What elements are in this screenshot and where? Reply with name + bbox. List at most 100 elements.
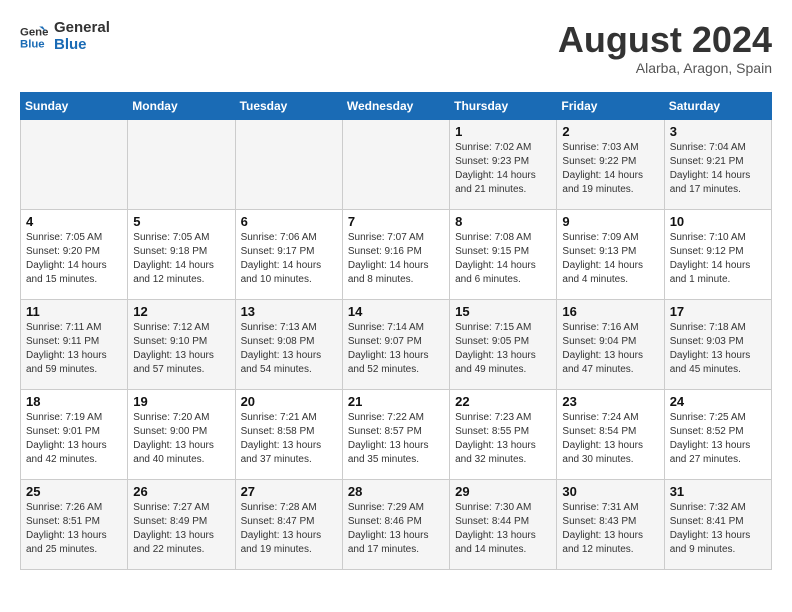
calendar-cell: 7Sunrise: 7:07 AM Sunset: 9:16 PM Daylig… — [342, 209, 449, 299]
calendar-cell — [21, 119, 128, 209]
calendar-cell: 1Sunrise: 7:02 AM Sunset: 9:23 PM Daylig… — [450, 119, 557, 209]
location-subtitle: Alarba, Aragon, Spain — [558, 60, 772, 76]
svg-text:General: General — [20, 26, 48, 38]
month-year-title: August 2024 — [558, 20, 772, 60]
calendar-cell: 17 Sunrise: 7:18 AM Sunset: 9:03 PM Dayli… — [664, 299, 771, 389]
day-info: Sunrise: 7:14 AM Sunset: 9:07 PM Dayligh… — [348, 321, 444, 377]
logo-text-line2: Blue — [54, 37, 110, 54]
day-info: Sunrise: 7:31 AM Sunset: 8:43 PM Dayligh… — [562, 501, 658, 557]
calendar-cell: 3 Sunrise: 7:04 AM Sunset: 9:21 PM Daylig… — [664, 119, 771, 209]
calendar-table: SundayMondayTuesdayWednesdayThursdayFrid… — [20, 92, 772, 570]
calendar-week-row: 18 Sunrise: 7:19 AM Sunset: 9:01 PM Dayli… — [21, 389, 772, 479]
day-info: Sunrise: 7:12 AM Sunset: 9:10 PM Dayligh… — [133, 321, 229, 377]
calendar-cell: 4 Sunrise: 7:05 AM Sunset: 9:20 PM Daylig… — [21, 209, 128, 299]
calendar-cell: 12 Sunrise: 7:12 AM Sunset: 9:10 PM Dayli… — [128, 299, 235, 389]
day-number: 24 — [670, 394, 766, 409]
day-number: 12 — [133, 304, 229, 319]
day-number: 27 — [241, 484, 337, 499]
calendar-cell: 26 Sunrise: 7:27 AM Sunset: 8:49 PM Dayli… — [128, 479, 235, 569]
calendar-cell: 8 Sunrise: 7:08 AM Sunset: 9:15 PM Daylig… — [450, 209, 557, 299]
calendar-week-row: 4 Sunrise: 7:05 AM Sunset: 9:20 PM Daylig… — [21, 209, 772, 299]
day-info: Sunrise: 7:04 AM Sunset: 9:21 PM Dayligh… — [670, 141, 766, 197]
day-number: 21 — [348, 394, 444, 409]
day-info: Sunrise: 7:21 AM Sunset: 8:58 PM Dayligh… — [241, 411, 337, 467]
calendar-header-row: SundayMondayTuesdayWednesdayThursdayFrid… — [21, 92, 772, 119]
day-info: Sunrise: 7:10 AM Sunset: 9:12 PM Dayligh… — [670, 231, 766, 287]
calendar-cell: 15 Sunrise: 7:15 AM Sunset: 9:05 PM Dayli… — [450, 299, 557, 389]
day-number: 3 — [670, 124, 766, 139]
day-number: 15 — [455, 304, 551, 319]
day-number: 26 — [133, 484, 229, 499]
day-number: 29 — [455, 484, 551, 499]
calendar-cell: 28 Sunrise: 7:29 AM Sunset: 8:46 PM Dayli… — [342, 479, 449, 569]
day-info: Sunrise: 7:13 AM Sunset: 9:08 PM Dayligh… — [241, 321, 337, 377]
day-number: 2 — [562, 124, 658, 139]
day-number: 11 — [26, 304, 122, 319]
day-info: Sunrise: 7:27 AM Sunset: 8:49 PM Dayligh… — [133, 501, 229, 557]
day-info: Sunrise: 7:28 AM Sunset: 8:47 PM Dayligh… — [241, 501, 337, 557]
day-info: Sunrise: 7:15 AM Sunset: 9:05 PM Dayligh… — [455, 321, 551, 377]
day-info: Sunrise: 7:22 AM Sunset: 8:57 PM Dayligh… — [348, 411, 444, 467]
calendar-cell: 14 Sunrise: 7:14 AM Sunset: 9:07 PM Dayli… — [342, 299, 449, 389]
day-number: 9 — [562, 214, 658, 229]
calendar-cell: 16 Sunrise: 7:16 AM Sunset: 9:04 PM Dayli… — [557, 299, 664, 389]
day-number: 14 — [348, 304, 444, 319]
day-number: 23 — [562, 394, 658, 409]
day-info: Sunrise: 7:32 AM Sunset: 8:41 PM Dayligh… — [670, 501, 766, 557]
calendar-cell: 23 Sunrise: 7:24 AM Sunset: 8:54 PM Dayli… — [557, 389, 664, 479]
day-number: 18 — [26, 394, 122, 409]
day-number: 6 — [241, 214, 337, 229]
day-info: Sunrise: 7:29 AM Sunset: 8:46 PM Dayligh… — [348, 501, 444, 557]
calendar-cell — [342, 119, 449, 209]
calendar-cell: 22Sunrise: 7:23 AM Sunset: 8:55 PM Dayli… — [450, 389, 557, 479]
day-number: 16 — [562, 304, 658, 319]
title-block: August 2024 Alarba, Aragon, Spain — [558, 20, 772, 76]
calendar-cell: 29 Sunrise: 7:30 AM Sunset: 8:44 PM Dayli… — [450, 479, 557, 569]
weekday-header: Saturday — [664, 92, 771, 119]
calendar-cell: 31 Sunrise: 7:32 AM Sunset: 8:41 PM Dayli… — [664, 479, 771, 569]
day-info: Sunrise: 7:18 AM Sunset: 9:03 PM Dayligh… — [670, 321, 766, 377]
day-number: 25 — [26, 484, 122, 499]
calendar-cell — [235, 119, 342, 209]
calendar-cell: 11Sunrise: 7:11 AM Sunset: 9:11 PM Dayli… — [21, 299, 128, 389]
calendar-cell: 24Sunrise: 7:25 AM Sunset: 8:52 PM Dayli… — [664, 389, 771, 479]
day-number: 28 — [348, 484, 444, 499]
calendar-cell — [128, 119, 235, 209]
calendar-cell: 9Sunrise: 7:09 AM Sunset: 9:13 PM Daylig… — [557, 209, 664, 299]
day-number: 10 — [670, 214, 766, 229]
day-info: Sunrise: 7:06 AM Sunset: 9:17 PM Dayligh… — [241, 231, 337, 287]
day-number: 8 — [455, 214, 551, 229]
calendar-cell: 10 Sunrise: 7:10 AM Sunset: 9:12 PM Dayli… — [664, 209, 771, 299]
day-number: 20 — [241, 394, 337, 409]
weekday-header: Tuesday — [235, 92, 342, 119]
day-info: Sunrise: 7:16 AM Sunset: 9:04 PM Dayligh… — [562, 321, 658, 377]
day-number: 31 — [670, 484, 766, 499]
day-info: Sunrise: 7:30 AM Sunset: 8:44 PM Dayligh… — [455, 501, 551, 557]
weekday-header: Wednesday — [342, 92, 449, 119]
day-number: 22 — [455, 394, 551, 409]
logo-icon: General Blue — [20, 23, 48, 51]
day-number: 19 — [133, 394, 229, 409]
day-info: Sunrise: 7:19 AM Sunset: 9:01 PM Dayligh… — [26, 411, 122, 467]
day-info: Sunrise: 7:20 AM Sunset: 9:00 PM Dayligh… — [133, 411, 229, 467]
calendar-week-row: 11Sunrise: 7:11 AM Sunset: 9:11 PM Dayli… — [21, 299, 772, 389]
calendar-cell: 19 Sunrise: 7:20 AM Sunset: 9:00 PM Dayli… — [128, 389, 235, 479]
day-info: Sunrise: 7:05 AM Sunset: 9:20 PM Dayligh… — [26, 231, 122, 287]
svg-text:Blue: Blue — [20, 38, 45, 50]
day-number: 30 — [562, 484, 658, 499]
day-number: 1 — [455, 124, 551, 139]
weekday-header: Sunday — [21, 92, 128, 119]
day-info: Sunrise: 7:24 AM Sunset: 8:54 PM Dayligh… — [562, 411, 658, 467]
weekday-header: Thursday — [450, 92, 557, 119]
day-info: Sunrise: 7:03 AM Sunset: 9:22 PM Dayligh… — [562, 141, 658, 197]
calendar-cell: 18 Sunrise: 7:19 AM Sunset: 9:01 PM Dayli… — [21, 389, 128, 479]
calendar-week-row: 1Sunrise: 7:02 AM Sunset: 9:23 PM Daylig… — [21, 119, 772, 209]
day-number: 17 — [670, 304, 766, 319]
calendar-cell: 27 Sunrise: 7:28 AM Sunset: 8:47 PM Dayli… — [235, 479, 342, 569]
calendar-week-row: 25Sunrise: 7:26 AM Sunset: 8:51 PM Dayli… — [21, 479, 772, 569]
day-number: 4 — [26, 214, 122, 229]
logo-text-line1: General — [54, 20, 110, 37]
day-number: 13 — [241, 304, 337, 319]
day-info: Sunrise: 7:08 AM Sunset: 9:15 PM Dayligh… — [455, 231, 551, 287]
day-info: Sunrise: 7:05 AM Sunset: 9:18 PM Dayligh… — [133, 231, 229, 287]
